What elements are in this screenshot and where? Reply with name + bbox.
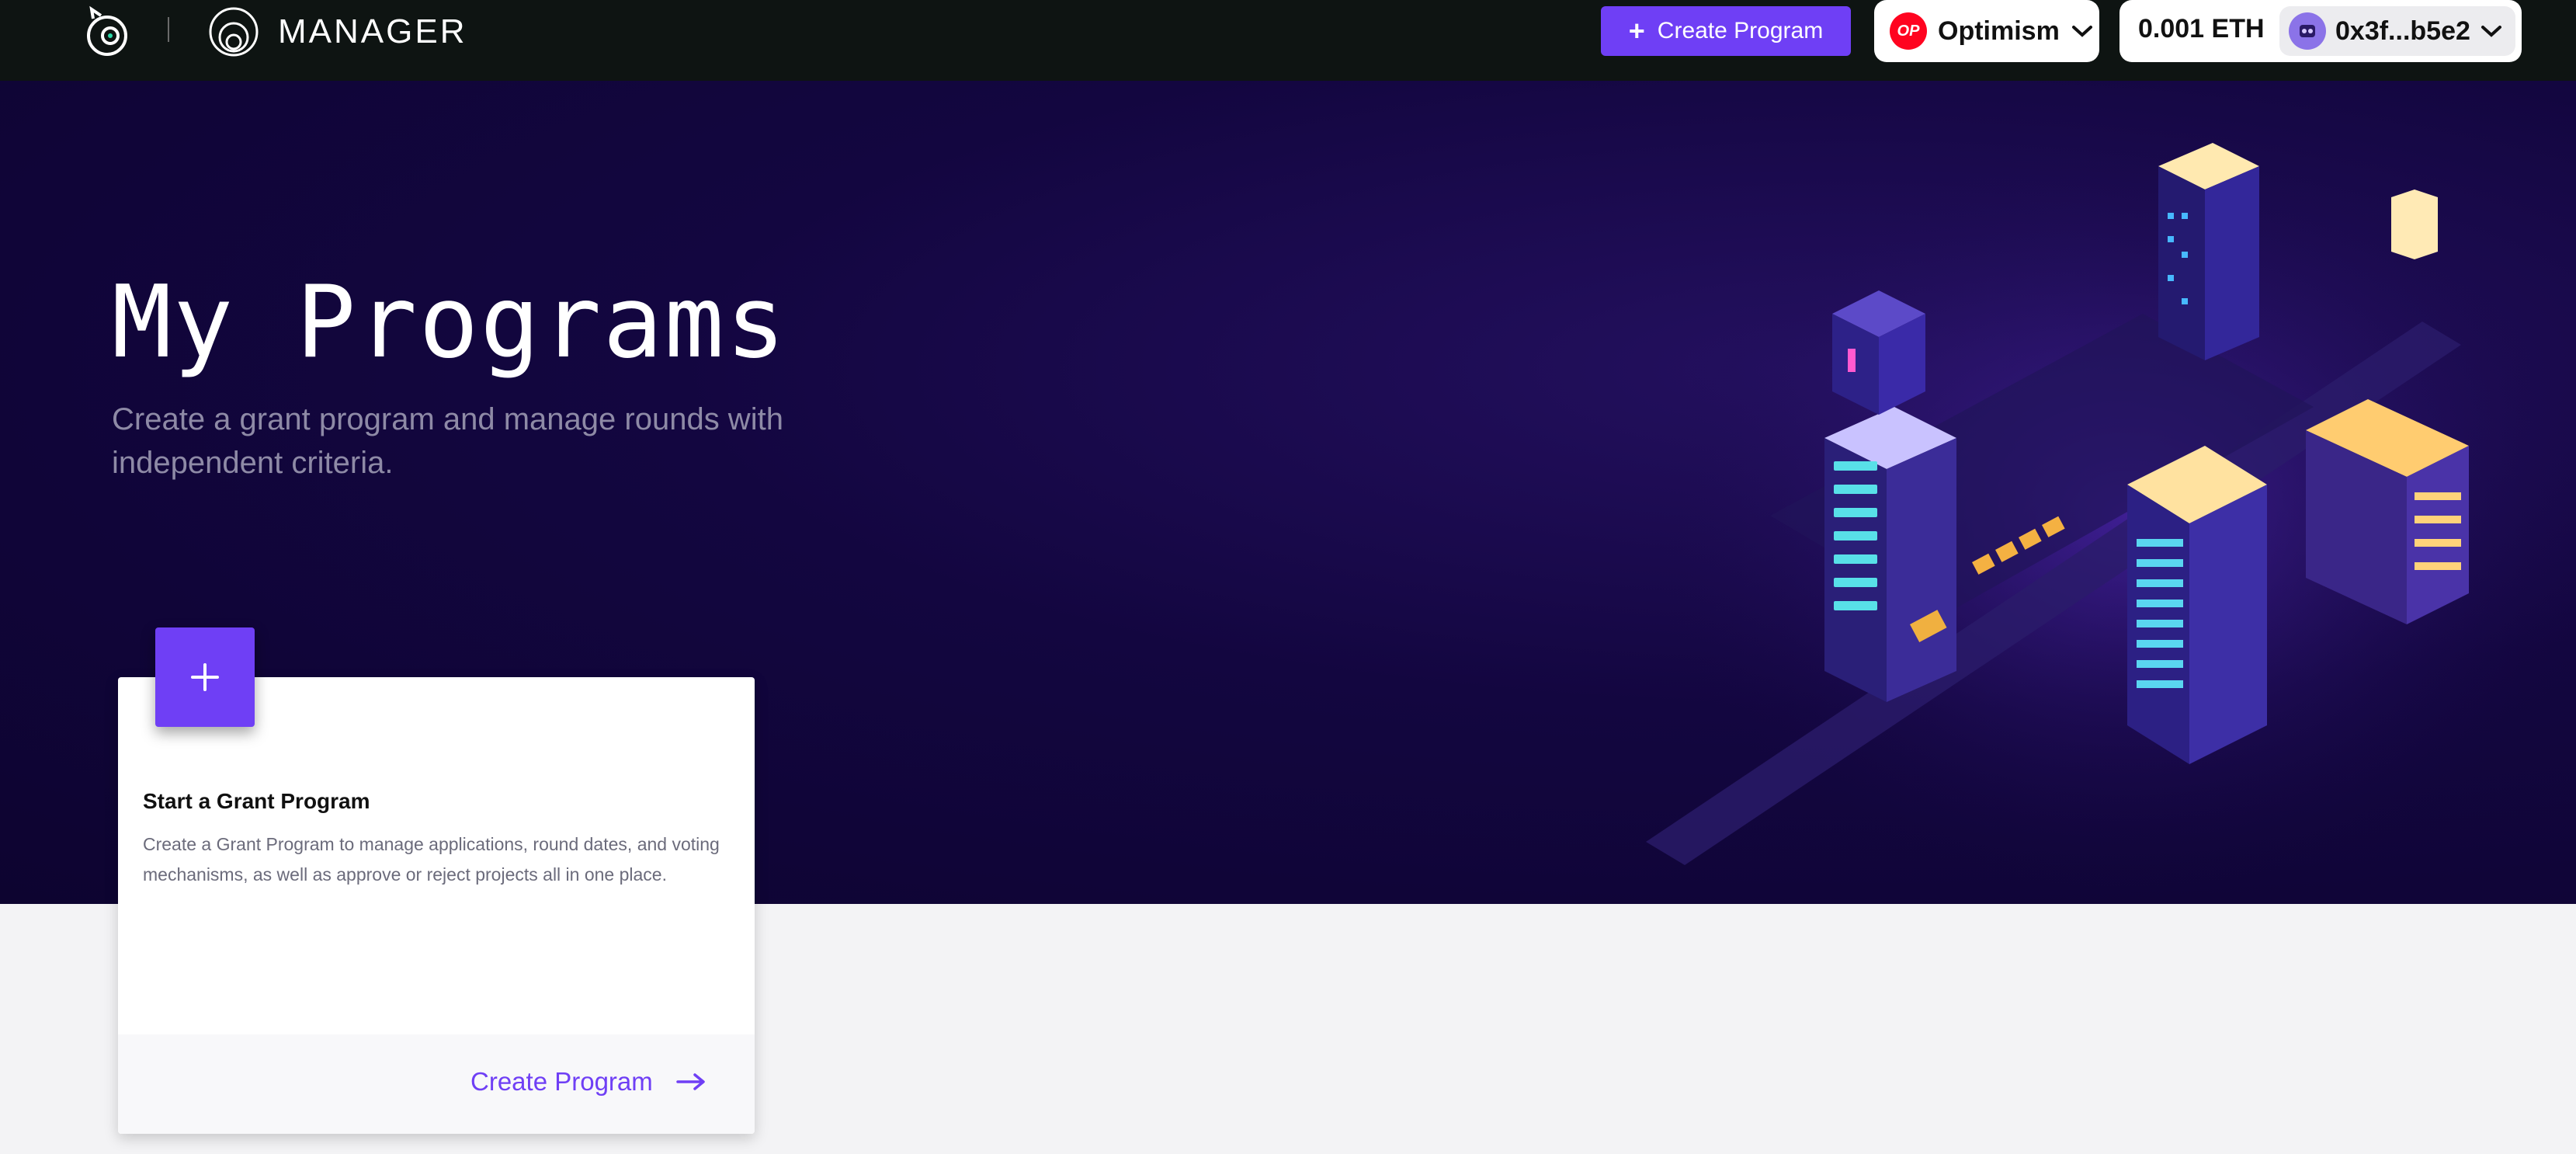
card-description: Create a Grant Program to manage applica… [143, 834, 720, 885]
arrow-right-icon [676, 1073, 705, 1090]
wallet-balance: 0.001 ETH [2138, 14, 2265, 43]
page-subtitle: Create a grant program and manage rounds… [112, 402, 783, 480]
network-name: Optimism [1938, 16, 2060, 46]
gitcoin-logo-icon[interactable] [84, 5, 130, 57]
chevron-down-icon [2481, 26, 2501, 37]
card-footer: Create Program [118, 1034, 755, 1134]
plus-icon: + [1628, 15, 1645, 47]
account-button[interactable]: 0x3f...b5e2 [2279, 6, 2515, 56]
wallet-avatar-icon [2289, 12, 2326, 50]
wallet-address: 0x3f...b5e2 [2335, 16, 2470, 46]
create-program-link[interactable]: Create Program [470, 1067, 707, 1097]
plus-icon [191, 663, 219, 691]
wallet-account[interactable]: 0.001 ETH 0x3f...b5e2 [2119, 0, 2522, 62]
network-selector[interactable]: OP Optimism [1874, 0, 2099, 62]
create-program-link-label: Create Program [470, 1067, 653, 1096]
manager-wordmark: MANAGER [278, 12, 467, 50]
create-program-button[interactable]: + Create Program [1601, 6, 1851, 56]
top-navigation-bar: MANAGER + Create Program OP Optimism 0.0… [0, 0, 2576, 81]
optimism-logo-icon: OP [1890, 12, 1927, 50]
page-title: My Programs [112, 265, 787, 381]
chevron-down-icon [2071, 26, 2092, 37]
create-program-label: Create Program [1657, 18, 1824, 43]
manager-logo-icon[interactable] [208, 6, 259, 57]
brand-divider [168, 17, 169, 42]
start-grant-program-card: Start a Grant Program Create a Grant Pro… [118, 677, 755, 1134]
city-illustration [1646, 143, 2576, 888]
card-title: Start a Grant Program [143, 789, 370, 813]
start-program-plus-icon[interactable] [155, 627, 255, 727]
